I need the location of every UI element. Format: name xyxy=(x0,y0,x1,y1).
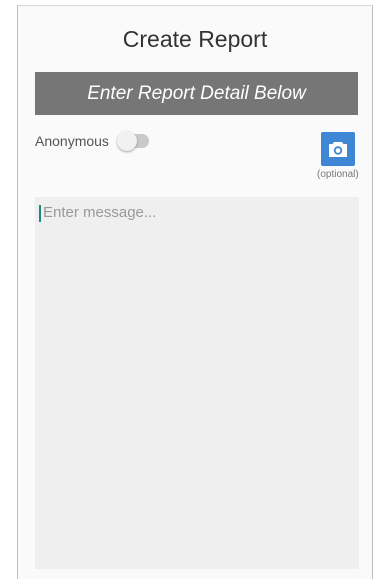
anonymous-row: Anonymous xyxy=(35,131,149,151)
instruction-banner: Enter Report Detail Below xyxy=(35,72,358,115)
text-cursor xyxy=(39,205,41,222)
message-input[interactable]: Enter message... xyxy=(35,197,359,569)
camera-icon xyxy=(329,141,347,157)
toggle-knob[interactable] xyxy=(116,131,137,151)
anonymous-toggle[interactable] xyxy=(116,131,149,151)
report-form: Create Report Enter Report Detail Below … xyxy=(17,5,373,579)
message-placeholder: Enter message... xyxy=(43,204,157,221)
camera-button[interactable] xyxy=(321,132,355,166)
banner-text: Enter Report Detail Below xyxy=(87,82,306,104)
anonymous-label: Anonymous xyxy=(35,133,109,149)
page-title: Create Report xyxy=(122,26,268,52)
camera-optional-caption: (optional) xyxy=(317,169,359,180)
